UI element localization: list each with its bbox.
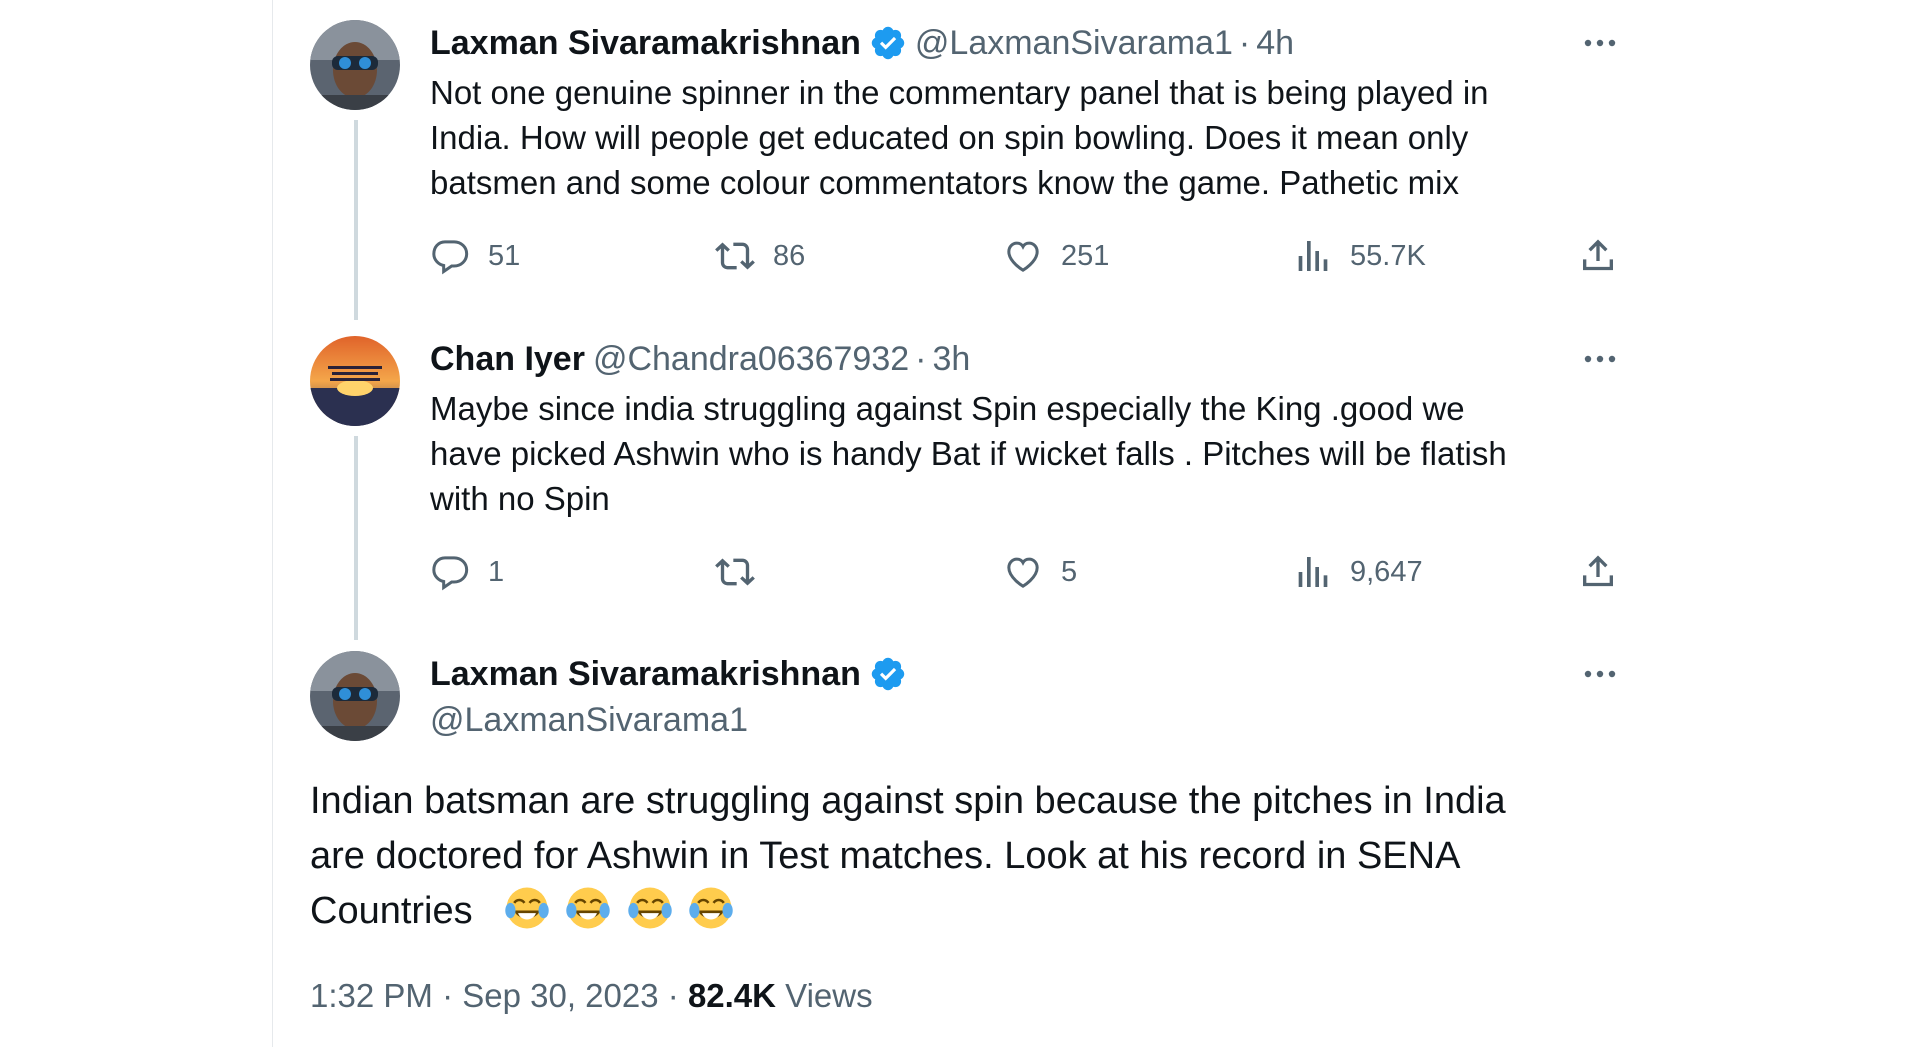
user-handle[interactable]: @LaxmanSivarama1 [430,701,748,740]
user-handle[interactable]: @LaxmanSivarama1 [915,24,1233,63]
tweet-text: Maybe since india struggling against Spi… [430,386,1610,521]
tweet-header: Chan Iyer @Chandra06367932 · 3h [430,336,970,382]
user-handle[interactable]: @Chandra06367932 [593,340,909,379]
more-options-icon[interactable] [1580,28,1620,58]
post-time[interactable]: 1:32 PM [310,977,433,1014]
like-button[interactable]: 5 [1003,548,1077,596]
tweet-text-line: are doctored for Ashwin in Test matches.… [310,835,1461,877]
timeline-left-border [272,0,273,1047]
avatar[interactable] [310,651,400,741]
avatar[interactable] [310,336,400,426]
share-button[interactable] [1578,548,1618,596]
display-name[interactable]: Laxman Sivaramakrishnan [430,655,861,694]
tweet-metadata: 1:32 PM · Sep 30, 2023 · 82.4K Views [310,977,873,1015]
tears-of-joy-emoji-icon [689,887,734,929]
share-button[interactable] [1578,232,1618,280]
verified-badge-icon [869,24,907,62]
reply-tweet-2[interactable]: Chan Iyer @Chandra06367932 · 3h Maybe si… [310,336,1620,640]
retweet-count: 86 [773,239,806,272]
tweet-text-line: batsmen and some colour commentators kno… [430,164,1459,201]
main-tweet-text: Indian batsman are struggling against sp… [310,774,1620,939]
separator: · [667,977,679,1014]
like-button[interactable]: 251 [1003,232,1109,280]
reply-button[interactable]: 51 [430,232,520,280]
author-handle-row: @LaxmanSivarama1 [430,697,748,743]
post-date[interactable]: Sep 30, 2023 [462,977,658,1014]
reply-count: 51 [488,239,521,272]
tweet-text: Not one genuine spinner in the commentar… [430,70,1610,205]
reply-button[interactable]: 1 [430,548,504,596]
retweet-icon [715,242,755,270]
tweet-text-line: have picked Ashwin who is handy Bat if w… [430,435,1507,472]
separator: · [442,977,454,1014]
more-options-icon[interactable] [1580,659,1620,689]
heart-icon [1007,241,1039,272]
like-count: 5 [1061,555,1078,588]
reply-count: 1 [488,555,505,588]
share-icon [1583,239,1613,271]
thread-connector-line [354,436,358,640]
tweet-text-line: with no Spin [430,480,610,517]
share-icon [1583,555,1613,587]
views-count: 82.4K [687,977,776,1014]
tweet-text-line: Not one genuine spinner in the commentar… [430,74,1489,111]
more-options-icon[interactable] [1580,344,1620,374]
tweet-text-fragment: Countries [310,890,473,932]
reply-tweet-1[interactable]: Laxman Sivaramakrishnan @LaxmanSivarama1… [310,20,1620,320]
timestamp[interactable]: 3h [933,340,971,379]
heart-icon [1007,557,1039,588]
tweet-text-line: India. How will people get educated on s… [430,119,1469,156]
verified-badge-icon [869,655,907,693]
reply-icon [432,556,469,591]
views-button[interactable]: 9,647 [1292,548,1423,596]
author-name-row: Laxman Sivaramakrishnan [430,651,907,697]
retweet-icon [715,558,755,586]
tears-of-joy-emoji-icon [628,887,672,929]
timestamp[interactable]: 4h [1256,24,1294,63]
separator: · [1238,23,1251,62]
tweet-text-line-last: Countries [310,884,1620,939]
retweet-button[interactable]: 86 [715,232,805,280]
thread-connector-line [354,120,358,320]
separator: · [915,339,927,378]
action-bar: 51 86 251 55.7K [430,232,1620,280]
avatar[interactable] [310,20,400,110]
display-name[interactable]: Chan Iyer [430,340,585,379]
analytics-icon [1298,557,1328,587]
tweet-header: Laxman Sivaramakrishnan @LaxmanSivarama1… [430,20,1294,66]
views-button[interactable]: 55.7K [1292,232,1426,280]
reply-icon [432,240,469,275]
display-name[interactable]: Laxman Sivaramakrishnan [430,24,861,63]
tweet-text-line: Maybe since india struggling against Spi… [430,390,1465,427]
retweet-button[interactable] [715,548,773,596]
views-label: Views [785,977,873,1014]
analytics-icon [1298,241,1328,271]
tears-of-joy-emoji-icon [566,887,611,929]
view-count: 55.7K [1350,239,1426,272]
main-tweet-header: Laxman Sivaramakrishnan @LaxmanSivarama1 [310,651,1620,751]
like-count: 251 [1061,239,1110,272]
tears-of-joy-emoji-icon [505,887,549,929]
tweet-text-line: Indian batsman are struggling against sp… [310,780,1506,822]
view-count: 9,647 [1350,555,1423,588]
action-bar: 1 5 9,647 [430,548,1620,596]
